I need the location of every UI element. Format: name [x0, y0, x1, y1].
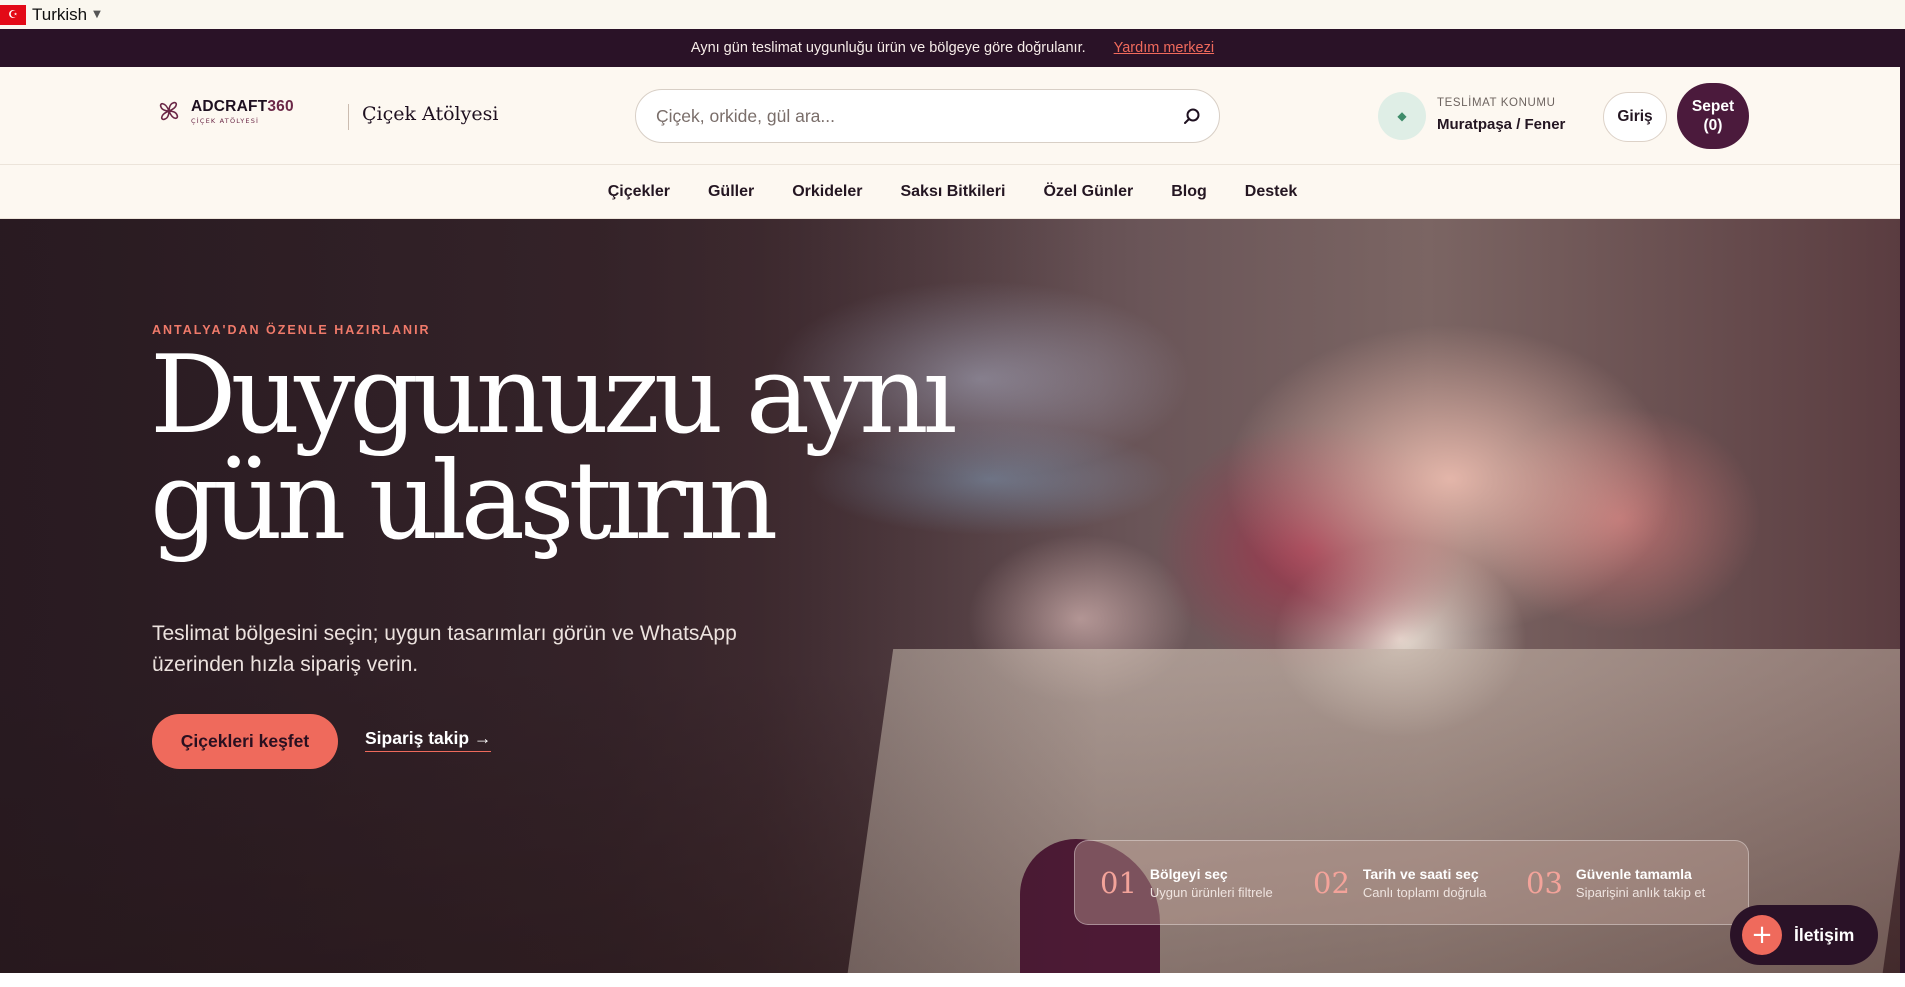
step-number: 03 [1526, 865, 1563, 900]
step-number: 02 [1313, 865, 1350, 900]
step-item: 02 Tarih ve saati seç Canlı toplamı doğr… [1313, 866, 1526, 900]
step-title: Bölgeyi seç [1149, 865, 1228, 882]
step-number: 01 [1100, 865, 1137, 900]
location-pin-icon[interactable]: ◆ [1378, 92, 1426, 140]
cart-label: Sepet [1691, 97, 1735, 115]
flower-logo-icon [159, 101, 179, 121]
search-icon[interactable] [1183, 107, 1201, 125]
step-description: Uygun ürünleri filtrele [1149, 884, 1273, 900]
nav-item-orchids[interactable]: Orkideler [792, 183, 862, 201]
studio-name: Çiçek Atölyesi [362, 103, 499, 125]
search-input[interactable] [656, 90, 1156, 142]
contact-label: İletişim [1794, 924, 1855, 945]
hero-section: ANTALYA'DAN ÖZENLE HAZIRLANIR Duygunuzu … [0, 219, 1905, 973]
cart-count: (0) [1703, 117, 1723, 134]
nav-item-special-days[interactable]: Özel Günler [1043, 183, 1133, 201]
step-description: Siparişini anlık takip et [1575, 884, 1706, 900]
nav-item-support[interactable]: Destek [1245, 183, 1297, 201]
hero-subtitle: Teslimat bölgesini seçin; uygun tasarıml… [152, 622, 737, 676]
brand-sub: ÇİÇEK ATÖLYESİ [191, 116, 260, 125]
logo[interactable]: ADCRAFT360 ÇİÇEK ATÖLYESİ [155, 97, 294, 125]
cart-button[interactable]: Sepet (0) [1677, 83, 1749, 149]
step-item: 03 Güvenle tamamla Siparişini anlık taki… [1526, 866, 1739, 900]
chevron-down-icon[interactable]: ▼ [93, 9, 101, 20]
login-button[interactable]: Giriş [1603, 92, 1667, 142]
steps-card: 01 Bölgeyi seç Uygun ürünleri filtrele 0… [1074, 840, 1749, 925]
step-description: Canlı toplamı doğrula [1362, 884, 1487, 900]
nav-item-potted-plants[interactable]: Saksı Bitkileri [900, 183, 1005, 201]
divider [348, 104, 349, 130]
announcement-bar: Aynı gün teslimat uygunluğu ürün ve bölg… [0, 29, 1905, 67]
announcement-message: Aynı gün teslimat uygunluğu ürün ve bölg… [690, 40, 1086, 56]
search-box [635, 89, 1220, 143]
nav-item-blog[interactable]: Blog [1171, 183, 1207, 201]
explore-flowers-button[interactable]: Çiçekleri keşfet [152, 714, 338, 769]
help-center-link[interactable]: Yardım merkezi [1114, 40, 1214, 56]
brand-name: ADCRAFT360 [191, 97, 294, 115]
nav-item-flowers[interactable]: Çiçekler [608, 183, 670, 201]
step-item: 01 Bölgeyi seç Uygun ürünleri filtrele [1100, 866, 1313, 900]
language-selector[interactable]: Turkish [32, 5, 87, 25]
contact-button[interactable]: + İletişim [1730, 905, 1878, 965]
step-title: Tarih ve saati seç [1362, 865, 1479, 882]
delivery-location-value[interactable]: Muratpaşa / Fener [1437, 116, 1565, 133]
language-bar: ☪ Turkish ▼ [0, 0, 1905, 29]
hero-title: Duygunuzu aynı gün ulaştırın [150, 333, 957, 564]
main-nav: Çiçekler Güller Orkideler Saksı Bitkiler… [0, 165, 1905, 219]
nav-item-roses[interactable]: Güller [708, 183, 754, 201]
page-bottom [0, 973, 1905, 987]
delivery-location-label: TESLİMAT KONUMU [1437, 97, 1556, 109]
scrollbar[interactable] [1900, 29, 1905, 973]
order-tracking-link[interactable]: Sipariş takip → [365, 728, 492, 752]
turkey-flag-icon: ☪ [0, 4, 26, 25]
step-title: Güvenle tamamla [1575, 865, 1692, 882]
plus-icon: + [1742, 915, 1782, 955]
site-header: ADCRAFT360 ÇİÇEK ATÖLYESİ Çiçek Atölyesi… [0, 67, 1905, 165]
